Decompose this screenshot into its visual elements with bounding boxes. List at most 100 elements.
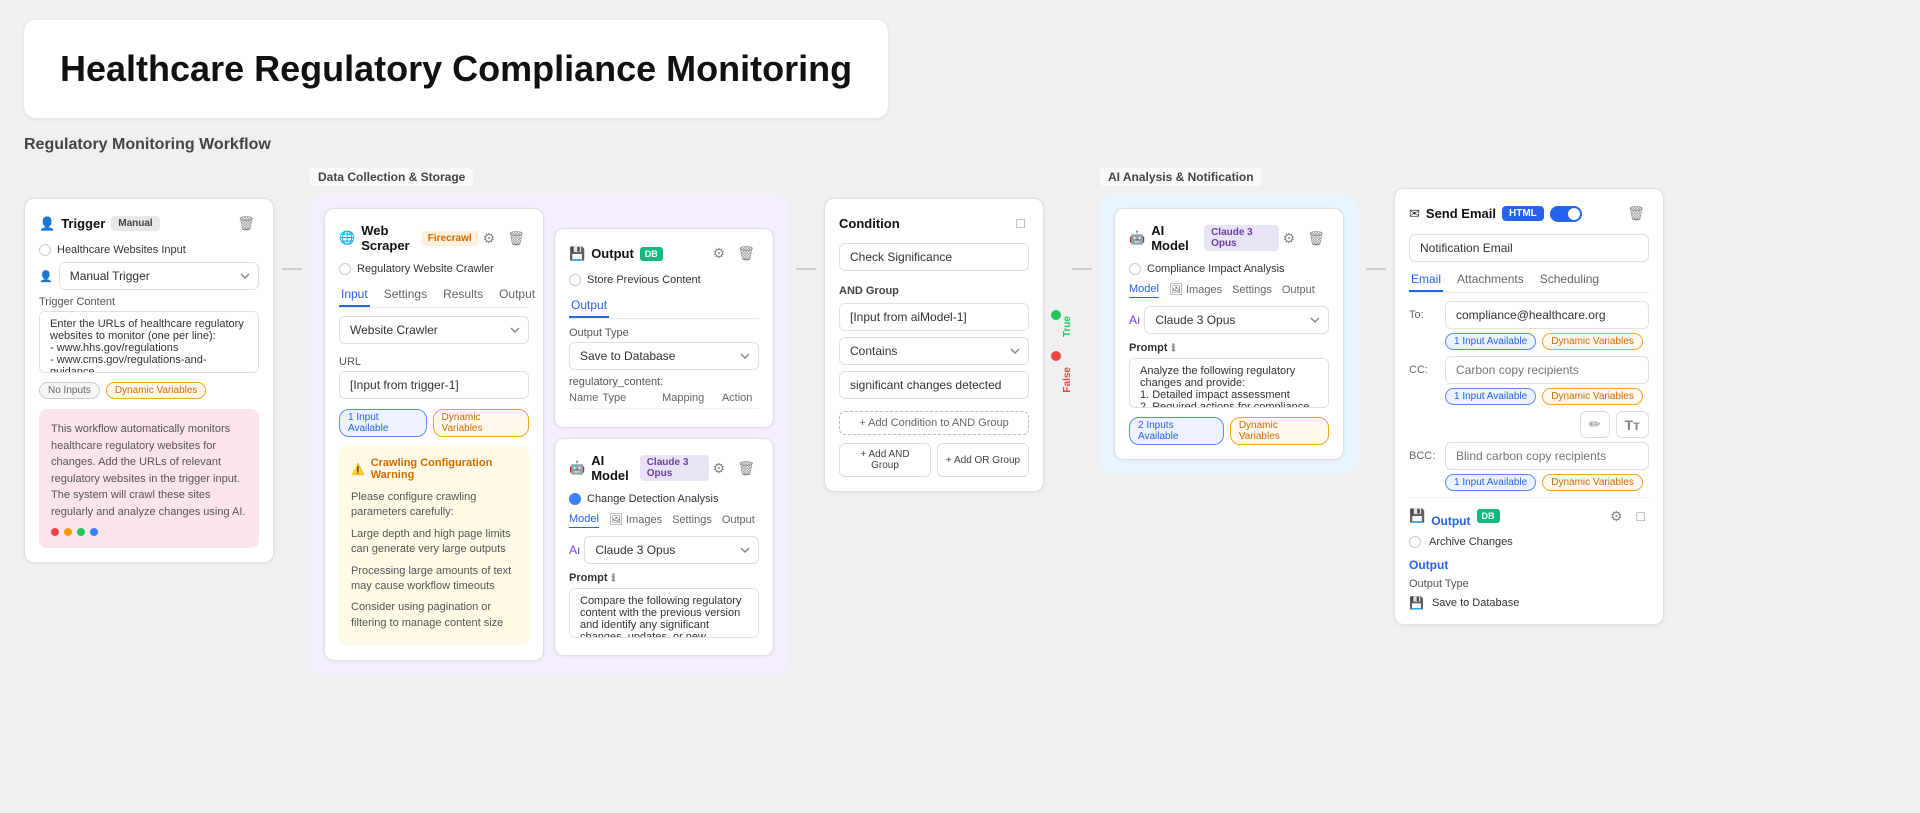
ai2-images-icon: 🖼 [1169,284,1183,296]
ai1-prompt-textarea[interactable]: Compare the following regulatory content… [569,588,759,638]
ai2-tab-model[interactable]: Model [1129,283,1159,298]
to-input[interactable] [1445,301,1649,329]
ai1-tab-images[interactable]: 🖼 Images [609,513,662,528]
scraper-type-select[interactable]: Website Crawler [339,316,529,344]
tab-scheduling[interactable]: Scheduling [1538,268,1601,292]
condition-value-input[interactable] [839,371,1029,399]
trigger-person-icon2: 👤 [39,270,53,283]
add-and-group-btn[interactable]: + Add AND Group [839,443,931,477]
output-tab[interactable]: Output [569,294,609,318]
condition-ai-input[interactable] [839,303,1029,331]
edit-btn[interactable]: ✏ [1580,411,1610,438]
scraper-title: Web Scraper [361,223,415,253]
output-section-settings-btn[interactable]: ⚙ [1606,506,1627,527]
connector-4 [1366,168,1386,270]
ai2-title: AI Model [1151,223,1198,253]
to-input-tag: 1 Input Available [1445,333,1536,350]
email-delete-btn[interactable]: 🗑 [1623,203,1649,224]
add-or-group-btn[interactable]: + Add OR Group [937,443,1029,477]
warning-item-4: Consider using pagination or filtering t… [351,597,517,634]
ai1-ai-icon: Aı [569,543,580,557]
notification-email-input[interactable] [1409,234,1649,262]
ai2-delete-btn[interactable]: 🗑 [1303,228,1329,249]
ai1-radio [569,493,581,505]
trigger-content-label: Trigger Content [39,296,259,308]
tab-output[interactable]: Output [497,283,537,307]
output-db-icon: 💾 [569,246,585,262]
ai2-tab-output[interactable]: Output [1282,284,1315,298]
connector-3 [1052,168,1092,270]
ai2-model-select[interactable]: Claude 3 Opus [1144,306,1329,334]
output-settings-btn[interactable]: ⚙ [709,243,730,264]
condition-delete-btn[interactable]: □ [1013,213,1029,233]
ai2-tab-images[interactable]: 🖼 Images [1169,283,1222,298]
ai2-badge: Claude 3 Opus [1204,225,1279,251]
ai1-tab-settings[interactable]: Settings [672,514,712,528]
cc-input[interactable] [1445,356,1649,384]
warning-item-2: Large depth and high page limits can gen… [351,524,517,561]
output-title: Output [591,246,634,261]
bcc-input-tag: 1 Input Available [1445,474,1536,491]
trigger-info-box: This workflow automatically monitors hea… [39,409,259,548]
ai2-tabs: Model 🖼 Images Settings Output [1129,283,1329,298]
scraper-settings-btn[interactable]: ⚙ [479,228,500,249]
data-collection-section: Data Collection & Storage 🌐 Web Scraper … [310,168,788,675]
ai1-settings-btn[interactable]: ⚙ [709,458,730,479]
tab-results[interactable]: Results [441,283,485,307]
ai2-tab-settings[interactable]: Settings [1232,284,1272,298]
email-toggle[interactable] [1550,206,1582,222]
false-label: False [1062,367,1073,393]
output-section: 💾 Output DB ⚙ 🗑 [554,228,774,656]
ai1-delete-btn[interactable]: 🗑 [733,458,759,479]
add-condition-btn[interactable]: + Add Condition to AND Group [839,411,1029,435]
bcc-input[interactable] [1445,442,1649,470]
col-mapping: Mapping [662,392,718,404]
trigger-input-label: Healthcare Websites Input [57,244,186,256]
ai1-prompt-info-icon: ℹ [612,573,616,584]
tab-attachments[interactable]: Attachments [1455,268,1526,292]
ai1-tab-output[interactable]: Output [722,514,755,528]
ai-model-1-title: AI Model [591,453,634,483]
info-dot-1 [51,528,59,536]
scraper-tabs: Input Settings Results Output [339,283,529,308]
output-delete-btn[interactable]: 🗑 [733,243,759,264]
store-label: Store Previous Content [587,274,701,286]
trigger-no-inputs-tag: No Inputs [39,382,100,399]
ai2-prompt-textarea[interactable]: Analyze the following regulatory changes… [1129,358,1329,408]
output-archive-btn[interactable]: □ [1633,506,1649,526]
output-type-select[interactable]: Save to Database [569,342,759,370]
scraper-input-tag: 1 Input Available [339,409,427,437]
mapping-label: regulatory_content: [569,376,759,388]
ai1-prompt-label: Prompt ℹ [569,572,759,584]
web-scraper-card: 🌐 Web Scraper Firecrawl ⚙ 🗑 Regul [324,208,544,661]
ai1-tab-model[interactable]: Model [569,513,599,528]
archive-row: Archive Changes [1409,536,1649,548]
trigger-select[interactable]: Manual Trigger [59,262,259,290]
condition-check-input[interactable] [839,243,1029,271]
tab-input[interactable]: Input [339,283,370,307]
scraper-delete-btn[interactable]: 🗑 [503,228,529,249]
true-false-indicators: True False [1062,316,1073,393]
warning-item-1: Please configure crawling parameters car… [351,487,517,524]
font-btn[interactable]: Tт [1616,411,1649,438]
tab-settings[interactable]: Settings [382,283,429,307]
url-input[interactable] [339,371,529,399]
data-collection-label: Data Collection & Storage [310,168,473,186]
email-column: ✉ Send Email HTML 🗑 Email Attachments Sc… [1394,168,1664,625]
col-name: Name [569,392,598,404]
ai1-model-select[interactable]: Claude 3 Opus [584,536,759,564]
cc-dynamic-tag: Dynamic Variables [1542,388,1643,405]
data-collection-bg: 🌐 Web Scraper Firecrawl ⚙ 🗑 Regul [310,194,788,675]
trigger-textarea[interactable]: Enter the URLs of healthcare regulatory … [39,311,259,373]
email-html-badge: HTML [1502,206,1544,221]
connector-1 [282,168,302,270]
send-email-card: ✉ Send Email HTML 🗑 Email Attachments Sc… [1394,188,1664,625]
save-db-label: Save to Database [1432,597,1519,609]
bcc-label: BCC: [1409,450,1439,462]
condition-operator-select[interactable]: Contains [839,337,1029,365]
tab-email[interactable]: Email [1409,268,1443,292]
ai2-settings-btn[interactable]: ⚙ [1279,228,1300,249]
scraper-badge: Firecrawl [421,231,479,246]
trigger-delete-btn[interactable]: 🗑 [233,213,259,234]
condition-card: Condition □ AND Group Contains + Add Con… [824,198,1044,492]
